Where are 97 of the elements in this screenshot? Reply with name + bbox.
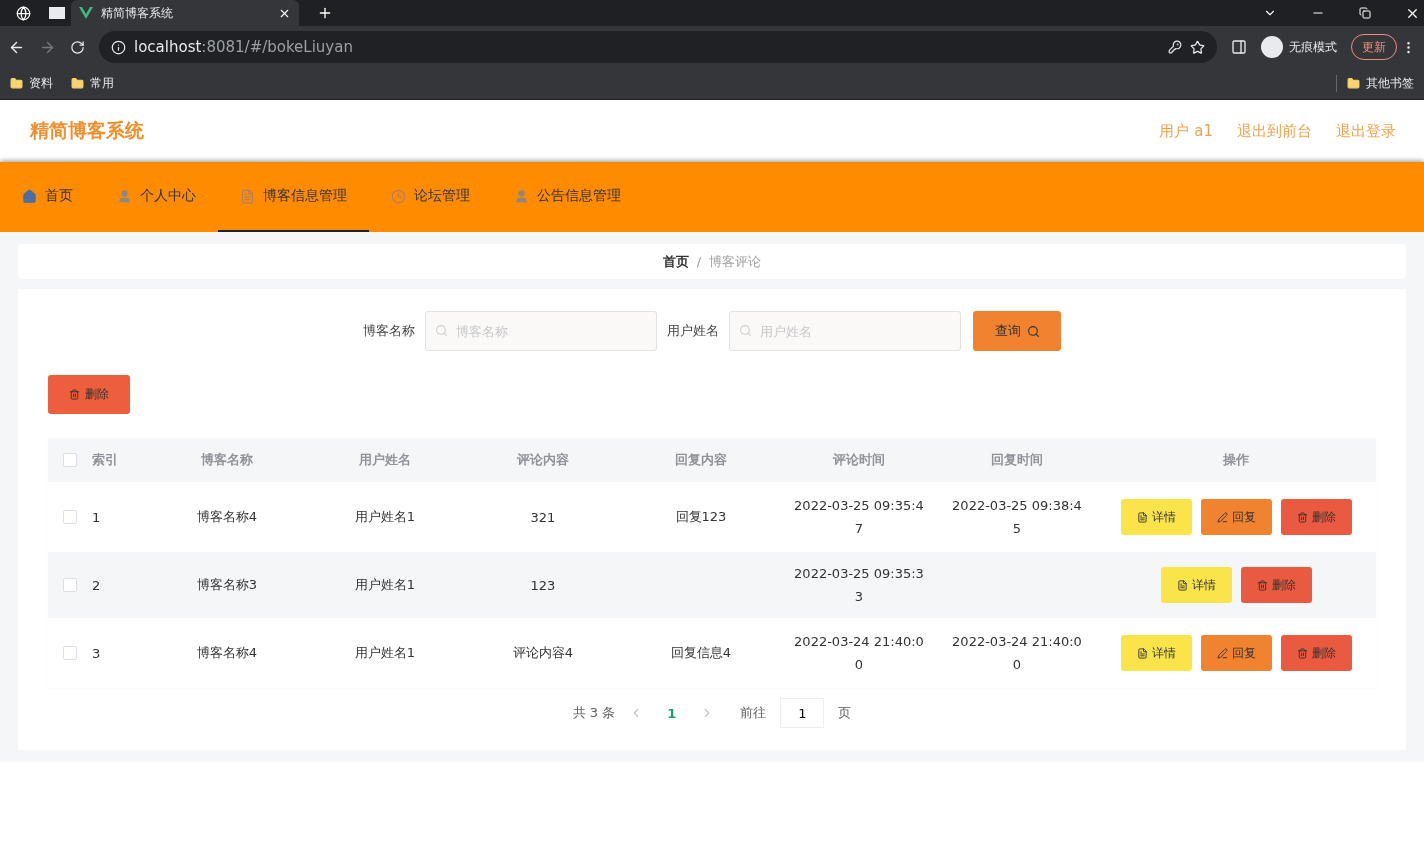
clock-icon	[391, 188, 406, 204]
document-icon	[240, 188, 255, 204]
avatar-icon[interactable]	[1261, 36, 1283, 58]
checkbox[interactable]	[63, 646, 77, 660]
bookmark[interactable]: 常用	[90, 75, 114, 92]
column-header: 操作	[1222, 451, 1250, 469]
nav-item[interactable]: 首页	[0, 162, 95, 232]
folder-icon	[10, 77, 23, 90]
delete-button[interactable]: 删除	[1240, 567, 1312, 603]
home-icon	[22, 188, 37, 204]
reply-button[interactable]: 回复	[1200, 635, 1272, 671]
new-tab-icon[interactable]	[317, 5, 333, 21]
column-header: 回复内容	[674, 451, 728, 469]
document-icon	[1136, 511, 1148, 523]
table-cell: 3	[92, 645, 101, 661]
table-cell-text: 2022-03-25 09:35:33	[793, 565, 925, 606]
document-icon	[1176, 579, 1188, 591]
nav-label: 个人中心	[140, 187, 196, 205]
detail-button[interactable]: 详情	[1120, 499, 1192, 535]
side-panel-icon[interactable]	[1231, 39, 1247, 55]
table-cell: 博客名称4	[196, 644, 258, 662]
breadcrumb-current: 博客评论	[709, 252, 762, 271]
logo-icon	[79, 7, 93, 19]
nav-item[interactable]: 个人中心	[95, 162, 218, 232]
column-header: 索引	[92, 451, 119, 469]
column-header: 评论时间	[832, 451, 886, 469]
checkbox[interactable]	[63, 578, 77, 592]
table-cell: 回复信息4	[670, 644, 732, 662]
column-header: 用户姓名	[358, 451, 412, 469]
table-cell-text: 2022-03-25 09:38:45	[951, 497, 1083, 538]
info-icon	[111, 39, 126, 55]
search-icon	[435, 324, 448, 337]
profile-label[interactable]: 无痕模式	[1289, 38, 1337, 56]
user-icon	[117, 188, 132, 204]
key-icon[interactable]	[1168, 40, 1182, 54]
table-cell: 321	[530, 509, 556, 525]
table-cell: 博客名称3	[196, 576, 258, 594]
column-header: 回复时间	[990, 451, 1044, 469]
trash-icon	[69, 389, 80, 400]
table-cell: 回复123	[675, 508, 727, 526]
globe-icon[interactable]	[16, 5, 31, 21]
star-icon[interactable]	[1190, 39, 1205, 55]
delete-button[interactable]: 删除	[48, 375, 130, 414]
search-icon	[1026, 324, 1040, 338]
search-icon	[739, 324, 752, 337]
query-button[interactable]: 查询	[973, 311, 1061, 351]
table-cell: 1	[92, 509, 101, 525]
nav-item[interactable]: 公告信息管理	[492, 162, 643, 232]
pen-icon	[1216, 511, 1228, 523]
document-icon	[1136, 647, 1148, 659]
table-cell-text: 2022-03-24 21:40:00	[793, 633, 925, 674]
nav-item[interactable]: 论坛管理	[369, 162, 492, 232]
table-cell-text: 2022-03-25 09:35:47	[793, 497, 925, 538]
field-label: 用户姓名	[667, 322, 719, 340]
column-header: 评论内容	[516, 451, 570, 469]
table-cell: 用户姓名1	[354, 576, 416, 594]
bookmark[interactable]: 其他书签	[1366, 75, 1414, 92]
table-cell: 123	[530, 577, 556, 593]
nav-label: 公告信息管理	[537, 187, 621, 205]
total-count: 共 3 条	[572, 704, 616, 722]
table-cell: 评论内容4	[512, 644, 574, 662]
delete-button[interactable]: 删除	[1280, 635, 1352, 671]
column-header: 博客名称	[200, 451, 254, 469]
table-cell-text: 2022-03-24 21:40:00	[951, 633, 1083, 674]
nav-label: 论坛管理	[414, 187, 470, 205]
page-input[interactable]: 1	[780, 698, 825, 728]
browser-tab[interactable]: 精简博客系统	[71, 0, 299, 26]
detail-button[interactable]: 详情	[1160, 567, 1232, 603]
page-number[interactable]: 1	[657, 705, 687, 721]
field-label: 博客名称	[363, 322, 415, 340]
breadcrumb-link[interactable]: 首页	[662, 252, 689, 271]
trash-icon	[1256, 579, 1268, 591]
checkbox[interactable]	[63, 510, 77, 524]
table-cell: 用户姓名1	[354, 508, 416, 526]
table-cell: 博客名称4	[196, 508, 258, 526]
checkbox[interactable]	[63, 453, 77, 467]
table-cell: 用户姓名1	[354, 644, 416, 662]
page-suffix: 页	[838, 704, 852, 722]
detail-button[interactable]: 详情	[1120, 635, 1192, 671]
site-title: 精简博客系统	[30, 118, 144, 143]
delete-button[interactable]: 删除	[1280, 499, 1352, 535]
separator: /	[696, 254, 702, 269]
restore-icon[interactable]	[1359, 7, 1371, 19]
folder-icon	[71, 77, 84, 90]
goto-label: 前往	[740, 704, 767, 722]
pen-icon	[1216, 647, 1228, 659]
trash-icon	[1296, 511, 1308, 523]
address-bar[interactable]: localhost:8081/#/bokeLiuyan	[99, 31, 1217, 63]
table-cell: 2	[92, 577, 101, 593]
reply-button[interactable]: 回复	[1200, 499, 1272, 535]
nav-label: 首页	[45, 187, 73, 205]
user-icon	[514, 188, 529, 204]
trash-icon	[1296, 647, 1308, 659]
bookmark[interactable]: 资料	[29, 75, 53, 92]
folder-icon	[1347, 77, 1360, 90]
reload-icon[interactable]	[70, 39, 85, 55]
nav-label: 博客信息管理	[263, 187, 347, 205]
